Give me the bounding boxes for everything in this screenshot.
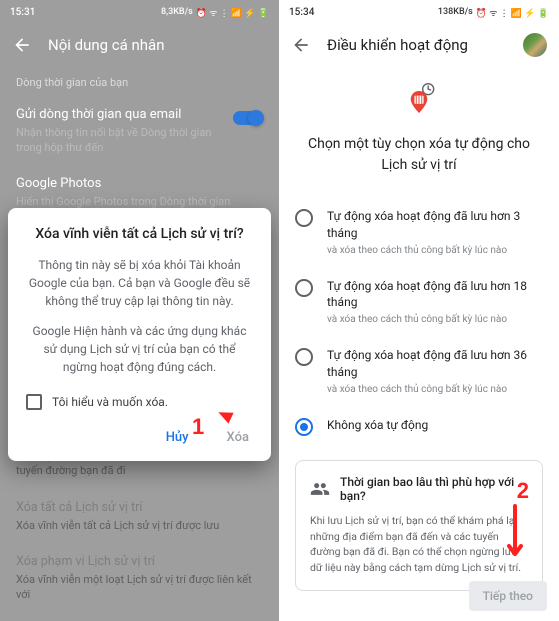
checkbox-icon[interactable] bbox=[26, 394, 42, 410]
avatar[interactable] bbox=[523, 33, 547, 57]
people-icon bbox=[310, 479, 330, 499]
setting-email-timeline[interactable]: Gửi dòng thời gian qua email Nhận thông … bbox=[16, 97, 263, 166]
status-icons: 138KB/s ⏰ ᯤ ⋮ 📶 ⚡ 🔋 bbox=[438, 6, 549, 19]
status-bar: 15:34 138KB/s ⏰ ᯤ ⋮ 📶 ⚡ 🔋 bbox=[279, 0, 559, 24]
radio-icon[interactable] bbox=[295, 348, 313, 366]
radio-icon[interactable] bbox=[295, 279, 313, 297]
auto-delete-option[interactable]: Tự động xóa hoạt động đã lưu hơn 18 thán… bbox=[295, 268, 543, 338]
back-icon[interactable] bbox=[12, 35, 32, 55]
option-subtitle: và xóa theo cách thủ công bất kỳ lúc nào bbox=[327, 313, 543, 327]
info-title: Thời gian bao lâu thì phù hợp với bạn? bbox=[340, 475, 528, 503]
radio-icon[interactable] bbox=[295, 418, 313, 436]
option-title: Tự động xóa hoạt động đã lưu hơn 3 tháng bbox=[327, 208, 543, 242]
auto-delete-option[interactable]: Tự động xóa hoạt động đã lưu hơn 36 thán… bbox=[295, 337, 543, 407]
auto-delete-option[interactable]: Tự động xóa hoạt động đã lưu hơn 3 tháng… bbox=[295, 198, 543, 268]
radio-icon[interactable] bbox=[295, 209, 313, 227]
status-time: 15:31 bbox=[10, 7, 35, 18]
status-icons: 8,3KB/s ⏰ ᯤ ⋮ 📶 ⚡ 🔋 bbox=[161, 6, 269, 19]
option-subtitle: và xóa theo cách thủ công bất kỳ lúc nào bbox=[327, 383, 543, 397]
option-title: Tự động xóa hoạt động đã lưu hơn 36 thán… bbox=[327, 347, 543, 381]
page-title: Điều khiển hoạt động bbox=[327, 36, 507, 54]
option-subtitle: và xóa theo cách thủ công bất kỳ lúc nào bbox=[327, 244, 543, 258]
back-icon[interactable] bbox=[291, 35, 311, 55]
status-bar: 15:31 8,3KB/s ⏰ ᯤ ⋮ 📶 ⚡ 🔋 bbox=[0, 0, 279, 24]
hero-title: Chọn một tùy chọn xóa tự động cho Lịch s… bbox=[295, 134, 543, 176]
dialog-checkbox-row[interactable]: Tôi hiểu và muốn xóa. bbox=[26, 388, 253, 420]
header: Nội dung cá nhân bbox=[0, 24, 279, 66]
status-time: 15:34 bbox=[289, 7, 314, 18]
confirm-dialog: Xóa vĩnh viễn tất cả Lịch sử vị trí? Thô… bbox=[8, 208, 271, 461]
info-card: Thời gian bao lâu thì phù hợp với bạn? K… bbox=[295, 460, 543, 591]
location-delete-icon bbox=[397, 80, 441, 124]
delete-button[interactable]: Xóa bbox=[223, 424, 253, 451]
section-label: Dòng thời gian của bạn bbox=[16, 76, 263, 89]
next-button[interactable]: Tiếp theo bbox=[469, 581, 547, 611]
cancel-button[interactable]: Hủy bbox=[162, 424, 193, 451]
dialog-title: Xóa vĩnh viễn tất cả Lịch sử vị trí? bbox=[26, 226, 253, 242]
page-title: Nội dung cá nhân bbox=[48, 36, 267, 54]
toggle-switch[interactable] bbox=[233, 111, 263, 125]
dialog-body: Google Hiện hành và các ứng dụng khác sử… bbox=[26, 322, 253, 376]
header: Điều khiển hoạt động bbox=[279, 24, 559, 66]
option-title: Không xóa tự động bbox=[327, 417, 543, 434]
option-title: Tự động xóa hoạt động đã lưu hơn 18 thán… bbox=[327, 278, 543, 312]
auto-delete-option[interactable]: Không xóa tự động bbox=[295, 407, 543, 446]
info-body: Khi lưu Lịch sử vị trí, bạn có thể khám … bbox=[310, 513, 528, 576]
dialog-body: Thông tin này sẽ bị xóa khỏi Tài khoản G… bbox=[26, 256, 253, 310]
